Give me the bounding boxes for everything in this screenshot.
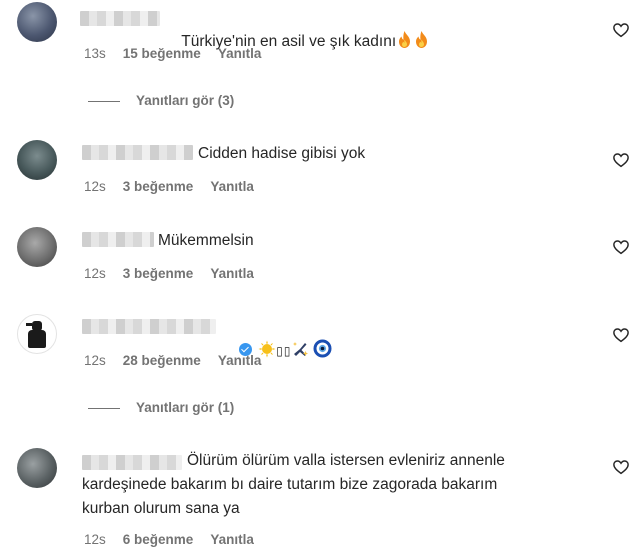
comment-time[interactable]: 12s: [84, 353, 106, 368]
avatar-figure: [28, 330, 46, 348]
comment-time[interactable]: 13s: [84, 46, 106, 61]
comment-text: Mükemmelsin: [158, 232, 254, 249]
heart-outline-icon[interactable]: [612, 326, 630, 344]
heart-outline-icon[interactable]: [612, 458, 630, 476]
sparkle-plane-emoji: [291, 340, 310, 366]
likes-count[interactable]: 28 beğenme: [123, 353, 201, 368]
reply-button[interactable]: Yanıtla: [218, 46, 262, 61]
view-replies-label: Yanıtları gör (3): [136, 93, 235, 108]
avatar[interactable]: [17, 314, 57, 354]
username-blurred[interactable]: [82, 145, 193, 160]
likes-count[interactable]: 15 beğenme: [123, 46, 201, 61]
comment-meta: 12s 28 beğenme Yanıtla: [84, 353, 278, 368]
username-blurred[interactable]: [80, 11, 160, 26]
comment-text: kurban olurum sana ya: [82, 500, 240, 517]
comment-text: Ölürüm ölürüm valla istersen evleniriz a…: [187, 452, 505, 469]
comment-meta: 13s 15 beğenme Yanıtla: [84, 46, 278, 61]
comment-time[interactable]: 12s: [84, 266, 106, 281]
view-replies-button[interactable]: Yanıtları gör (1): [88, 400, 234, 415]
heart-outline-icon[interactable]: [612, 238, 630, 256]
reply-button[interactable]: Yanıtla: [210, 179, 254, 194]
view-replies-label: Yanıtları gör (1): [136, 400, 235, 415]
likes-count[interactable]: 3 beğenme: [123, 179, 194, 194]
replies-divider-line: [88, 100, 120, 102]
view-replies-button[interactable]: Yanıtları gör (3): [88, 93, 234, 108]
fire-emoji: [396, 30, 413, 57]
comment-text: kardeşinede bakarım bı daire tutarım biz…: [82, 476, 498, 493]
replies-divider-line: [88, 407, 120, 409]
username-blurred[interactable]: [82, 232, 154, 247]
comment-text-content: ▯▯: [276, 344, 292, 358]
username-blurred[interactable]: [82, 455, 182, 470]
heart-outline-icon[interactable]: [612, 21, 630, 39]
fire-emoji: [413, 30, 430, 57]
reply-button[interactable]: Yanıtla: [218, 353, 262, 368]
comment-time[interactable]: 12s: [84, 179, 106, 194]
heart-outline-icon[interactable]: [612, 151, 630, 169]
comment-text: Türkiye'nin en asil ve şık kadını: [164, 6, 430, 81]
avatar[interactable]: [17, 2, 57, 42]
username-blurred[interactable]: [82, 319, 216, 334]
avatar[interactable]: [17, 140, 57, 180]
comment-meta: 12s 3 beğenme Yanıtla: [84, 179, 271, 194]
comment-meta: 12s 3 beğenme Yanıtla: [84, 266, 271, 281]
avatar[interactable]: [17, 227, 57, 267]
reply-button[interactable]: Yanıtla: [210, 266, 254, 281]
nazar-emoji: [313, 339, 332, 366]
likes-count[interactable]: 3 beğenme: [123, 266, 194, 281]
avatar[interactable]: [17, 448, 57, 488]
comment-text: Cidden hadise gibisi yok: [198, 145, 366, 162]
